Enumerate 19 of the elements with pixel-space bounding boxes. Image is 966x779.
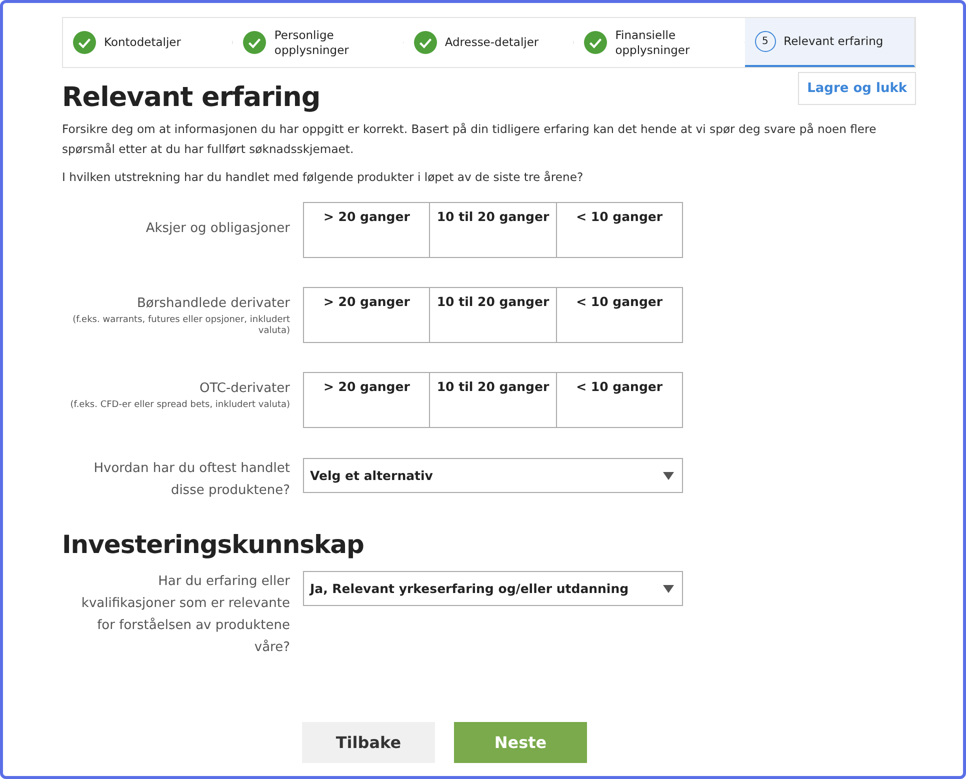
back-button[interactable]: Tilbake <box>302 722 435 763</box>
product-label: Børshandlede derivater <box>136 295 290 313</box>
dropdown[interactable]: Velg et alternativ <box>303 458 683 493</box>
section-title: Investeringskunnskap <box>62 530 365 559</box>
question-text: I hvilken utstrekning har du handlet med følgende produkter i løpet av de siste tre årene? <box>62 169 584 186</box>
field-label: Har du erfaring eller kvalifikasjoner som er relevante for forståelsen av produktene våre? <box>80 573 290 657</box>
intro-text: Forsikre deg om at informasjonen du har oppgitt er korrekt. Basert på din tidligere erfaring kan det hende at vi spør deg svare på noen flere spørsmål etter at du har fullført søknadsskjemaet. <box>62 121 878 158</box>
save-close-button[interactable]: Lagre og lukk <box>798 72 916 105</box>
caret-icon <box>663 472 674 480</box>
product-label: OTC-derivater <box>198 380 290 398</box>
product-label: Aksjer og obligasjoner <box>144 220 290 238</box>
step-number: 5 <box>754 31 776 52</box>
step-tab[interactable]: 5 Relevant erfaring <box>744 18 916 67</box>
caret-icon <box>663 584 674 592</box>
dropdown[interactable]: Ja, Relevant yrkeserfaring og/eller utdanning <box>303 571 683 606</box>
product-note: (f.eks. CFD-er eller spread bets, inkludert valuta) <box>69 400 290 411</box>
page-title: Relevant erfaring <box>62 82 320 113</box>
product-note: (f.eks. warrants, futures eller opsjoner, inkludert valuta) <box>72 315 290 337</box>
field-label: Hvordan har du oftest handlet disse produktene? <box>92 460 290 500</box>
